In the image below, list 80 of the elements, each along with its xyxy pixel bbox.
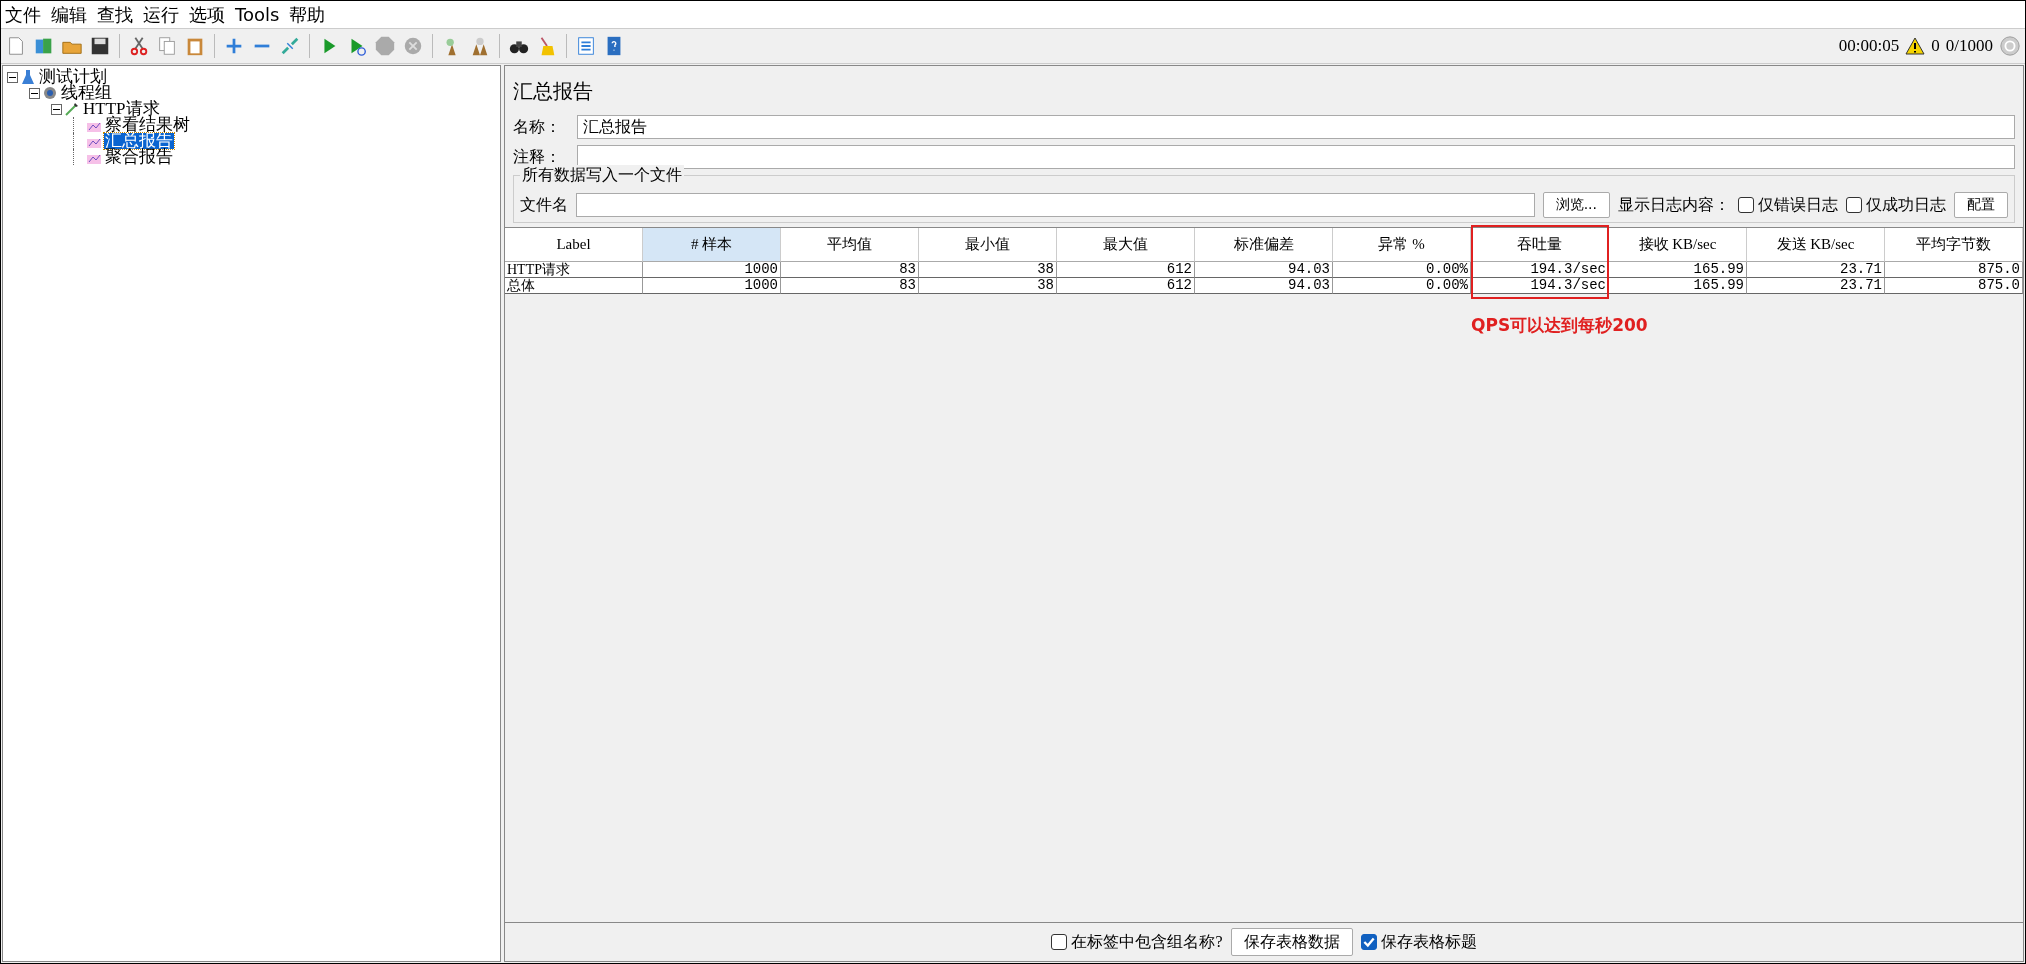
browse-button[interactable]: 浏览... xyxy=(1542,192,1610,218)
collapse-icon[interactable] xyxy=(7,71,18,83)
table-cell: 0.00% xyxy=(1333,262,1471,278)
table-cell: 194.3/sec xyxy=(1471,262,1609,278)
column-header[interactable]: Label xyxy=(505,228,643,262)
table-cell: 23.71 xyxy=(1747,278,1885,294)
stop-icon[interactable] xyxy=(374,35,396,57)
shutdown-icon[interactable] xyxy=(402,35,424,57)
warning-icon xyxy=(1905,37,1926,55)
tree-item[interactable]: 聚合报告 xyxy=(104,149,174,165)
menu-item[interactable]: 选项 xyxy=(189,2,225,27)
log-label: 显示日志内容： xyxy=(1618,194,1730,215)
menu-item[interactable]: 文件 xyxy=(5,2,41,27)
checkbox-label: 仅错误日志 xyxy=(1758,194,1838,215)
filename-field[interactable] xyxy=(576,193,1535,217)
warning-count: 0 xyxy=(1931,36,1940,56)
table-cell: 1000 xyxy=(643,262,781,278)
column-header[interactable]: 标准偏差 xyxy=(1195,228,1333,262)
group-title: 所有数据写入一个文件 xyxy=(520,165,684,186)
collapse-icon[interactable] xyxy=(51,103,62,115)
checkbox-label: 保存表格标题 xyxy=(1380,931,1477,952)
checkbox[interactable] xyxy=(1738,197,1754,213)
table-cell: 38 xyxy=(919,278,1057,294)
flask-icon xyxy=(20,69,36,85)
column-header[interactable]: 平均值 xyxy=(781,228,919,262)
tree-item[interactable]: 线程组 xyxy=(60,85,113,101)
cut-icon[interactable] xyxy=(128,35,150,57)
table-cell: 总体 xyxy=(505,278,643,294)
tree-item[interactable]: 汇总报告 xyxy=(104,133,174,149)
name-field[interactable]: 汇总报告 xyxy=(577,115,2015,139)
table-cell: 94.03 xyxy=(1195,262,1333,278)
checkbox[interactable] xyxy=(1846,197,1862,213)
table-cell: 165.99 xyxy=(1609,262,1747,278)
table-cell: 1000 xyxy=(643,278,781,294)
table-cell: HTTP请求 xyxy=(505,262,643,278)
table-cell: 612 xyxy=(1057,262,1195,278)
table-cell: 83 xyxy=(781,262,919,278)
copy-icon[interactable] xyxy=(156,35,178,57)
panel-title: 汇总报告 xyxy=(513,78,594,105)
table-cell: 38 xyxy=(919,262,1057,278)
menu-item[interactable]: 运行 xyxy=(143,2,179,27)
table-cell: 194.3/sec xyxy=(1471,278,1609,294)
collapse-icon[interactable] xyxy=(29,87,40,99)
config-button[interactable]: 配置 xyxy=(1954,192,2008,218)
checkbox[interactable] xyxy=(1360,934,1377,950)
column-header[interactable]: 平均字节数 xyxy=(1885,228,2023,262)
field-label: 注释： xyxy=(513,146,562,167)
checkbox[interactable] xyxy=(1051,934,1068,950)
checkbox-label: 仅成功日志 xyxy=(1866,194,1946,215)
column-header[interactable]: 最小值 xyxy=(919,228,1057,262)
thread-count: 0/1000 xyxy=(1945,36,1993,56)
menu-item[interactable]: Tools xyxy=(235,4,280,25)
tree-item[interactable]: 测试计划 xyxy=(38,69,108,85)
checkbox-label: 在标签中包含组名称? xyxy=(1071,931,1223,952)
save-table-button[interactable]: 保存表格数据 xyxy=(1230,928,1353,956)
pipette-icon xyxy=(64,101,80,117)
annotation-text: QPS可以达到每秒200 xyxy=(1471,314,1648,337)
save-icon[interactable] xyxy=(89,35,111,57)
menu-item[interactable]: 编辑 xyxy=(51,2,87,27)
column-header[interactable]: # 样本 xyxy=(643,228,781,262)
menu-item[interactable]: 查找 xyxy=(97,2,133,27)
table-cell: 0.00% xyxy=(1333,278,1471,294)
column-header[interactable]: 发送 KB/sec xyxy=(1747,228,1885,262)
tree-item[interactable]: 察看结果树 xyxy=(104,117,191,133)
column-header[interactable]: 异常 % xyxy=(1333,228,1471,262)
table-cell: 612 xyxy=(1057,278,1195,294)
table-cell: 875.0 xyxy=(1885,278,2023,294)
status-indicator-icon xyxy=(1999,35,2021,57)
table-cell: 875.0 xyxy=(1885,262,2023,278)
elapsed-time: 00:00:05 xyxy=(1838,36,1900,56)
field-label: 名称： xyxy=(513,116,562,137)
table-cell: 165.99 xyxy=(1609,278,1747,294)
field-label: 文件名 xyxy=(520,194,568,215)
table-cell: 83 xyxy=(781,278,919,294)
column-header[interactable]: 接收 KB/sec xyxy=(1609,228,1747,262)
table-cell: 94.03 xyxy=(1195,278,1333,294)
table-cell: 23.71 xyxy=(1747,262,1885,278)
column-header[interactable]: 最大值 xyxy=(1057,228,1195,262)
gear-icon xyxy=(42,85,58,101)
menu-item[interactable]: 帮助 xyxy=(289,2,326,27)
